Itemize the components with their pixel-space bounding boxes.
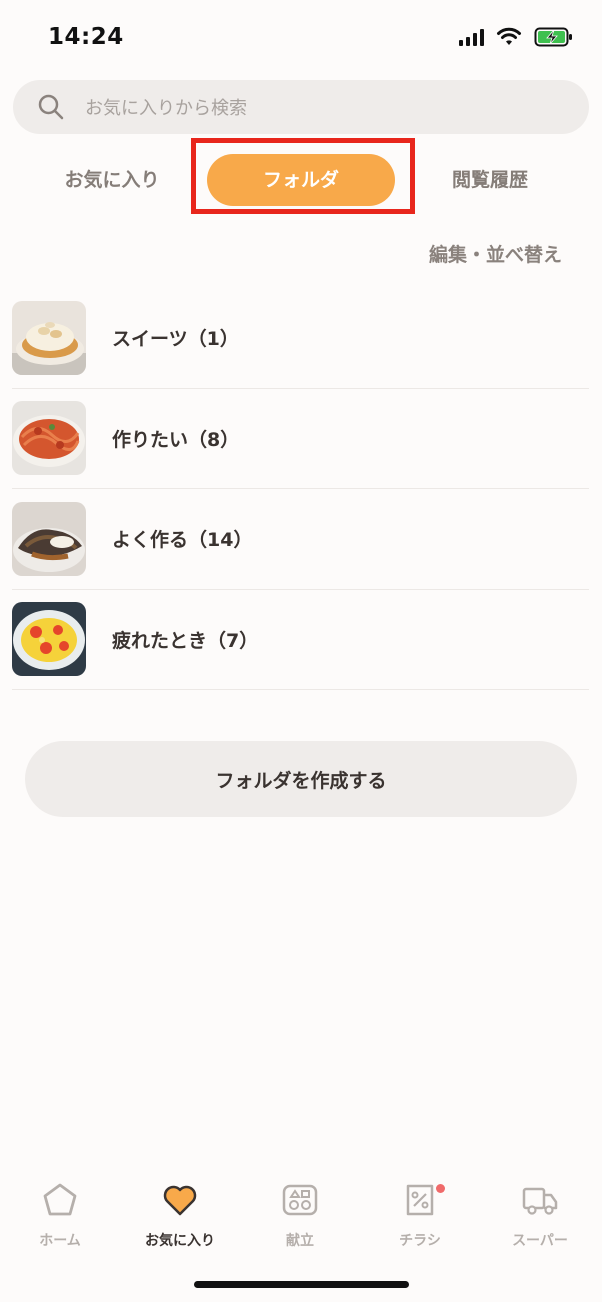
nav-flyer[interactable]: チラシ bbox=[365, 1180, 475, 1250]
nav-menu-plan[interactable]: 献立 bbox=[245, 1180, 355, 1250]
cellular-signal-icon bbox=[459, 28, 484, 46]
folder-label: 作りたい（8） bbox=[112, 428, 240, 451]
list-item[interactable]: 疲れたとき（7） bbox=[12, 590, 589, 690]
folder-list: スイーツ（1） 作りたい（8） よく作る（14） 疲れたとき（7） bbox=[12, 288, 589, 690]
bottom-nav: ホーム お気に入り 献立 チラシ スーパー bbox=[0, 1180, 602, 1260]
edit-sort-button[interactable]: 編集・並べ替え bbox=[429, 240, 562, 267]
list-item[interactable]: よく作る（14） bbox=[12, 489, 589, 590]
search-input[interactable]: お気に入りから検索 bbox=[85, 94, 247, 120]
status-icons bbox=[459, 26, 574, 48]
nav-supermarket[interactable]: スーパー bbox=[485, 1180, 595, 1250]
folder-thumbnail bbox=[12, 401, 86, 476]
flyer-icon bbox=[406, 1184, 434, 1216]
nav-home[interactable]: ホーム bbox=[5, 1180, 115, 1250]
status-time: 14:24 bbox=[48, 24, 124, 50]
search-bar[interactable]: お気に入りから検索 bbox=[13, 80, 589, 134]
nav-favorites[interactable]: お気に入り bbox=[125, 1180, 235, 1250]
folder-label: よく作る（14） bbox=[112, 529, 253, 552]
tab-bar: お気に入り フォルダ 閲覧履歴 bbox=[0, 138, 602, 214]
nav-label: 献立 bbox=[286, 1233, 314, 1249]
folder-thumbnail bbox=[12, 300, 86, 375]
folder-thumbnail bbox=[12, 501, 86, 576]
truck-icon bbox=[522, 1187, 558, 1215]
nav-label: チラシ bbox=[399, 1233, 441, 1249]
battery-charging-icon bbox=[534, 27, 572, 47]
create-folder-button[interactable]: フォルダを作成する bbox=[25, 741, 577, 817]
list-item[interactable]: 作りたい（8） bbox=[12, 389, 589, 489]
list-item[interactable]: スイーツ（1） bbox=[12, 288, 589, 389]
notification-badge bbox=[436, 1184, 445, 1193]
tab-history[interactable]: 閲覧履歴 bbox=[430, 154, 550, 206]
folder-label: 疲れたとき（7） bbox=[112, 629, 259, 652]
home-icon bbox=[43, 1183, 77, 1216]
tab-folder[interactable]: フォルダ bbox=[207, 154, 395, 206]
nav-label: ホーム bbox=[39, 1233, 81, 1249]
search-icon bbox=[38, 94, 64, 120]
nav-label: お気に入り bbox=[145, 1233, 215, 1249]
nav-label: スーパー bbox=[512, 1233, 568, 1249]
wifi-icon bbox=[497, 27, 521, 45]
heart-icon bbox=[163, 1185, 197, 1216]
folder-label: スイーツ（1） bbox=[112, 328, 239, 351]
menu-plan-icon bbox=[282, 1184, 318, 1216]
folder-thumbnail bbox=[12, 602, 86, 677]
home-indicator bbox=[194, 1281, 409, 1288]
tab-favorites[interactable]: お気に入り bbox=[52, 154, 172, 206]
status-bar: 14:24 bbox=[0, 0, 602, 76]
